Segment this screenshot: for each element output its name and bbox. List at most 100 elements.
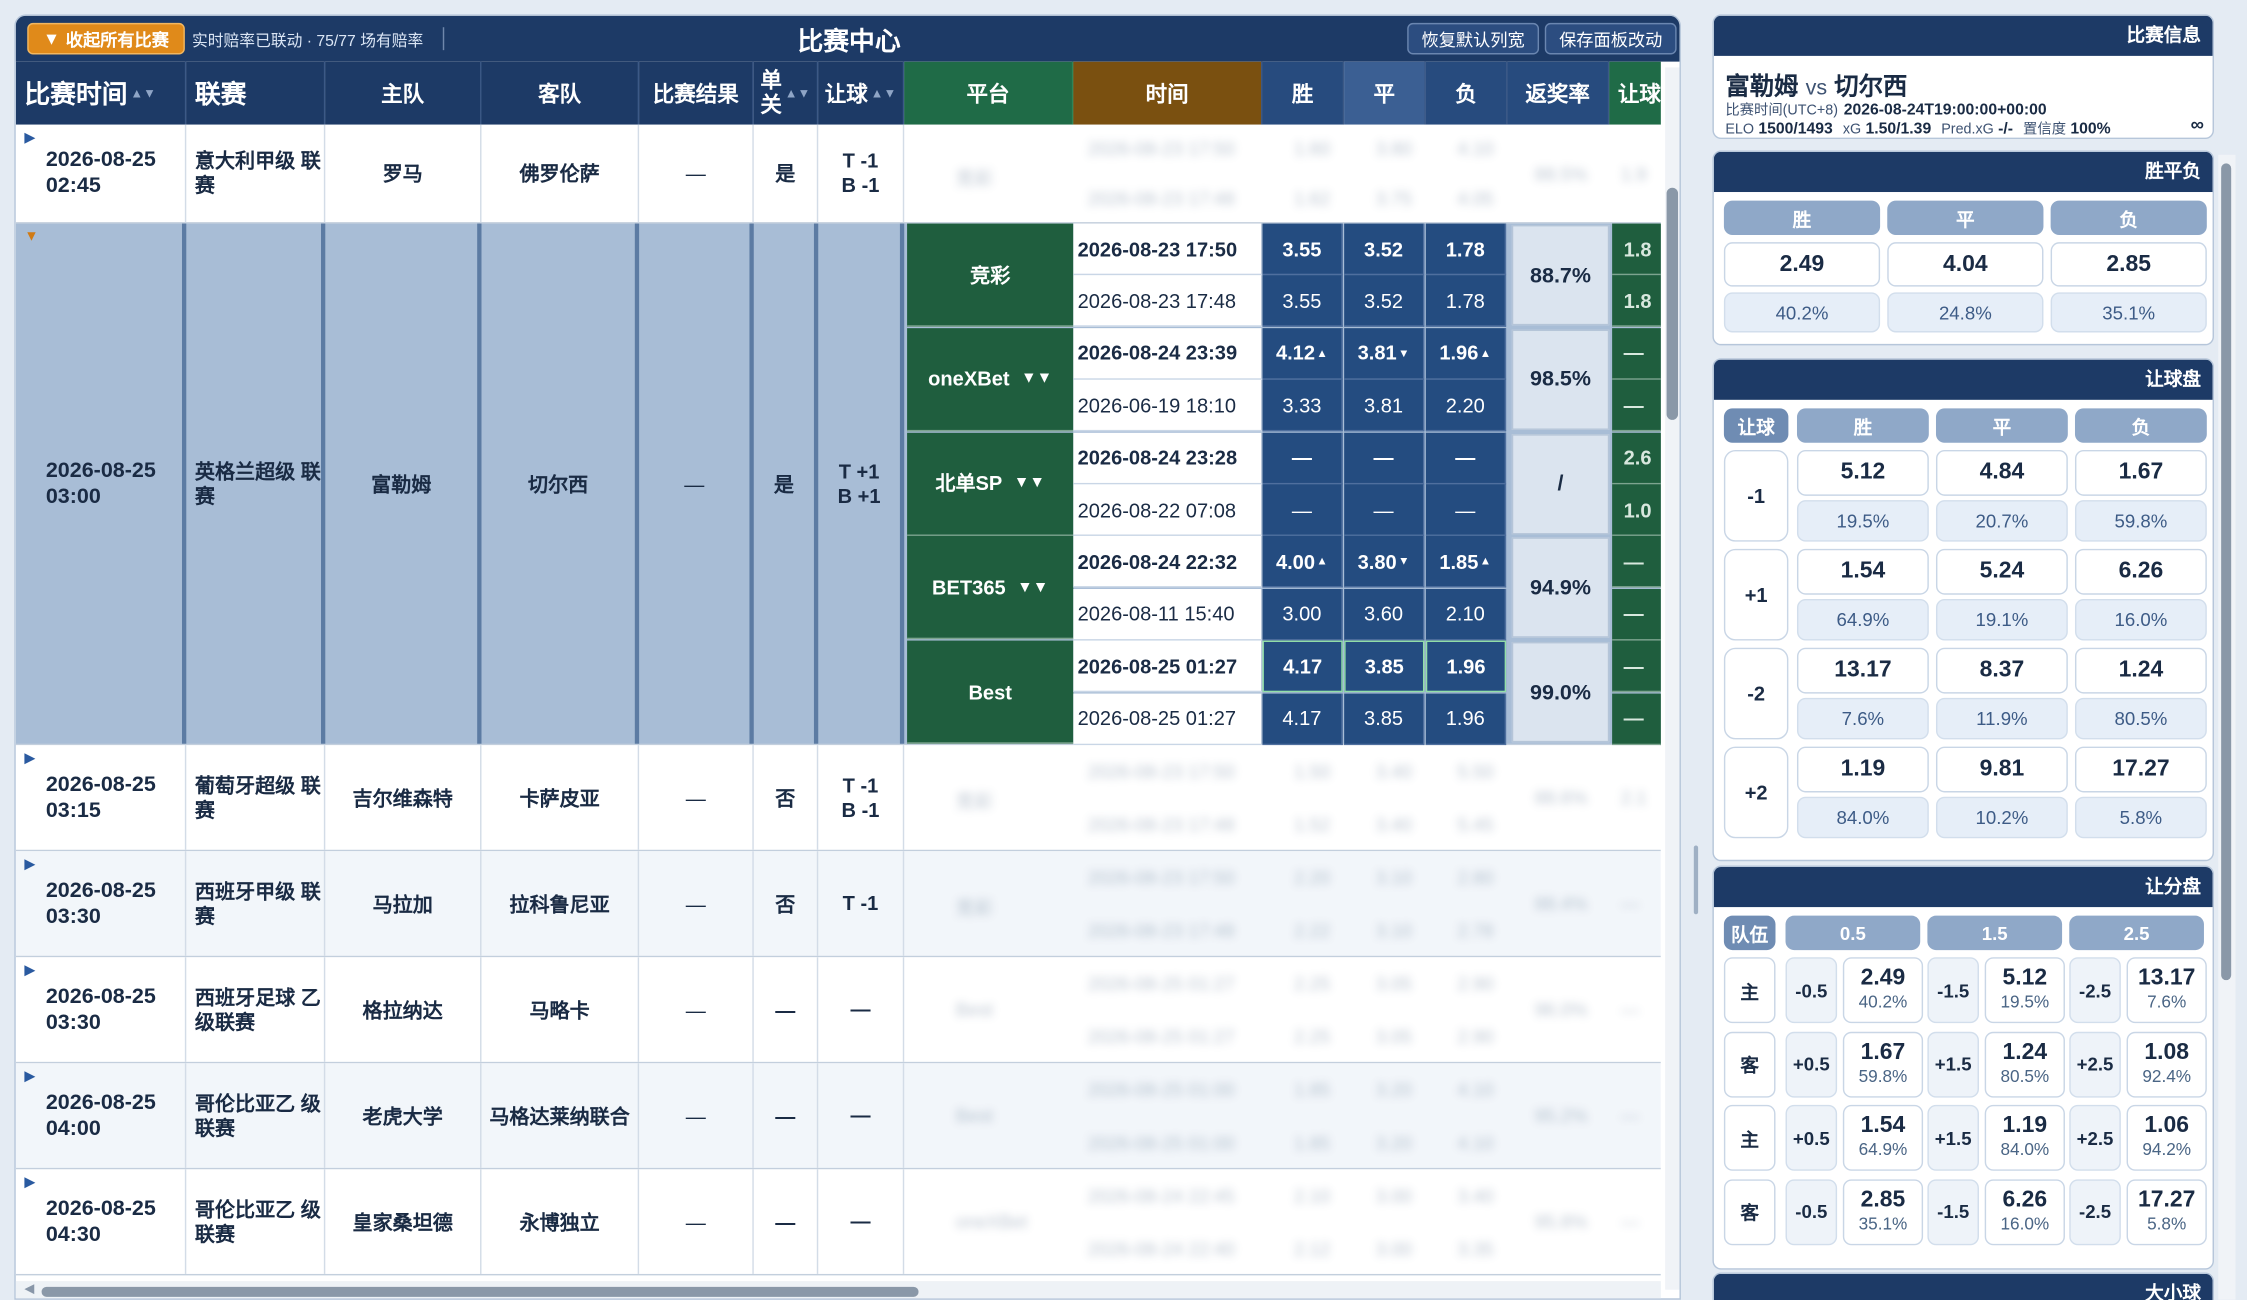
chevron-down-icon[interactable]: ▼▼ [1021, 370, 1052, 387]
platform-name: 竞彩 [955, 166, 994, 189]
scroll-left-icon[interactable]: ◀ [24, 1281, 34, 1297]
column-header-handicap[interactable]: 让球 ▲▼ [818, 61, 905, 125]
handicap-prob: 84.0% [1796, 796, 1929, 839]
stat-value: 1500/1493 [1758, 120, 1833, 138]
platform-北单sp[interactable]: 北单SP ▼▼ [907, 432, 1074, 536]
scrollbar-thumb[interactable] [1666, 187, 1679, 420]
table-row[interactable]: ▼ 2026-08-25 03:00 英格兰超级 联赛 富勒姆 切尔西 — 是 T +1 B … [15, 223, 1661, 746]
odds-win: 3.55 [1262, 223, 1343, 276]
odds-value: 1.24 [2002, 1039, 2048, 1065]
toolbar: ▼ 收起所有比赛 实时赔率已联动 · 75/77 场有赔率 比赛中心 恢复默认列宽… [15, 15, 1680, 62]
spread-line-header: 2.5 [2069, 915, 2204, 951]
table-row[interactable]: ▶ 2026-08-25 02:45 意大利甲级 联赛 罗马 佛罗伦萨 — 是 T -1 B … [15, 124, 1661, 224]
column-header-home[interactable]: 主队 [325, 61, 482, 125]
table-row[interactable]: ▶ 2026-08-25 03:15 葡萄牙超级 联赛 吉尔维森特 卡萨皮亚 — 否 T -1… [15, 745, 1661, 852]
chevron-down-icon[interactable]: ▼▼ [1017, 579, 1048, 596]
single-flag: — [754, 1063, 819, 1168]
odds-value: 3.40 [1375, 813, 1412, 835]
odds-value: 2.78 [1457, 919, 1494, 941]
odds-timestamp: 2026-08-24 22:40 [1087, 1237, 1235, 1259]
odds-timestamp: 2026-08-25 01:27 [1073, 692, 1263, 745]
save-panel-button[interactable]: 保存面板改动 [1544, 22, 1677, 55]
infinity-icon: ∞ [2190, 113, 2204, 135]
handicap-odds: — [1612, 640, 1661, 693]
spread-odds: 1.67 59.8% [1842, 1031, 1924, 1097]
table-vertical-scrollbar[interactable] [1665, 67, 1680, 1290]
totals-card: 大小球 [1712, 1272, 2214, 1300]
odds-value: 3.52 [1364, 289, 1404, 313]
column-header-return[interactable]: 返奖率 [1507, 61, 1610, 125]
platform-onexbet[interactable]: oneXBet ▼▼ [907, 327, 1074, 432]
column-header-loss[interactable]: 负 [1425, 61, 1508, 125]
return-rate: 88.6% [1534, 786, 1588, 809]
detail-scrollbar[interactable] [2218, 154, 2236, 1300]
column-header-timestamp[interactable]: 时间 [1073, 61, 1263, 125]
odds-value: 1.60 [1293, 137, 1331, 160]
scrollbar-thumb[interactable] [41, 1286, 919, 1297]
platform-name: 竞彩 [955, 897, 994, 919]
away-team: 马格达莱纳联合 [481, 1063, 640, 1168]
column-header-league[interactable]: 联赛 [186, 61, 326, 125]
single-flag: — [754, 957, 819, 1062]
column-header-extra[interactable]: 让球 [1609, 61, 1661, 125]
column-header-platform[interactable]: 平台 [904, 61, 1074, 125]
odds-draw: 3.60 [1344, 588, 1425, 641]
odds-value: — [1455, 445, 1476, 469]
odds-value: 1.06 [2144, 1113, 2189, 1138]
stat-label: 置信度 [2023, 121, 2067, 138]
table-row[interactable]: ▶ 2026-08-25 03:30 西班牙甲级 联赛 马拉加 拉科鲁尼亚 — 否 T -1 竞… [15, 851, 1661, 958]
match-time: 2026-08-25 03:30 [16, 851, 187, 956]
sort-icon[interactable]: ▲▼ [130, 86, 156, 100]
single-flag: 否 [754, 745, 819, 850]
reset-column-width-button[interactable]: 恢复默认列宽 [1407, 22, 1540, 55]
arrow-up-icon: ▲ [1479, 346, 1492, 360]
table-row[interactable]: ▶ 2026-08-25 04:30 哥伦比亚乙 级联赛 皇家桑坦德 永博独立 — — — on… [15, 1169, 1661, 1276]
handicap-odds: — [1620, 998, 1640, 1021]
panel-resize-handle[interactable] [1693, 845, 1699, 915]
platform-bet365[interactable]: BET365 ▼▼ [907, 536, 1074, 640]
sort-icon[interactable]: ▲▼ [785, 81, 811, 105]
odds-timestamp: 2026-08-23 17:48 [1087, 813, 1235, 835]
return-rate: / [1511, 433, 1610, 534]
column-label: 比赛时间 [24, 80, 128, 109]
column-header-draw[interactable]: 平 [1344, 61, 1426, 125]
table-horizontal-scrollbar[interactable]: ◀ [15, 1281, 1661, 1299]
match-table: 比赛时间 ▲▼ 联赛 主队 客队 比赛结果单 关 ▲▼ 让球 ▲▼ 平台 时间胜平负返奖率 让球 ▶ 2… [15, 61, 1661, 1290]
handicap-odds: 1.8 [1612, 223, 1661, 276]
handicap-odds: 5.12 [1796, 449, 1929, 496]
return-rate: 95.8% [1534, 1210, 1588, 1233]
sort-icon[interactable]: ▲▼ [871, 86, 897, 100]
table-row[interactable]: ▶ 2026-08-25 03:30 西班牙足球 乙级联赛 格拉纳达 马略卡 — — — Bes… [15, 957, 1661, 1064]
column-header-single[interactable]: 单 关 ▲▼ [753, 61, 819, 125]
away-team: 拉科鲁尼亚 [481, 851, 640, 956]
platform-best[interactable]: Best [907, 640, 1074, 744]
column-header-win[interactable]: 胜 [1262, 61, 1345, 125]
collapse-all-button[interactable]: ▼ 收起所有比赛 [27, 22, 185, 55]
odds-value: 2.10 [1293, 1184, 1331, 1206]
match-time: 2026-08-25 04:00 [16, 1063, 187, 1168]
probability: 40.2% [1858, 991, 1908, 1012]
column-header-result[interactable]: 比赛结果 [639, 61, 754, 125]
odds-value: 1.54 [1860, 1113, 1906, 1138]
column-label: 联赛 [194, 80, 247, 109]
platform-竞彩[interactable]: 竞彩 [907, 223, 1074, 327]
match-result: — [639, 124, 754, 223]
platform-name: 竞彩 [955, 791, 994, 813]
column-header-time[interactable]: 比赛时间 ▲▼ [15, 61, 187, 125]
handicap-value: T +1 B +1 [818, 223, 905, 744]
spread-odds: 1.19 84.0% [1984, 1104, 2065, 1171]
odds-loss: 1.78 [1425, 275, 1507, 328]
match-result: — [639, 745, 754, 850]
odds-loss: 1.78 [1425, 223, 1507, 276]
odds-value: 2.20 [1445, 393, 1485, 417]
spread-card: 让分盘 队伍 0.5 1.5 2.5 主 -0.5 2.49 40.2% -1.5 5.12 19.5… [1712, 865, 2214, 1270]
column-label: 客队 [538, 82, 582, 107]
column-header-away[interactable]: 客队 [481, 61, 640, 125]
handicap-odds: 1.54 [1796, 548, 1929, 595]
chevron-down-icon[interactable]: ▼▼ [1014, 474, 1045, 491]
wdl-prob: 35.1% [2050, 292, 2207, 333]
table-row[interactable]: ▶ 2026-08-25 04:00 哥伦比亚乙 级联赛 老虎大学 马格达莱纳联合 — — —… [15, 1063, 1661, 1170]
odds-value: 3.55 [1282, 237, 1322, 261]
odds-win: — [1262, 484, 1343, 536]
scrollbar-thumb[interactable] [2221, 163, 2232, 981]
